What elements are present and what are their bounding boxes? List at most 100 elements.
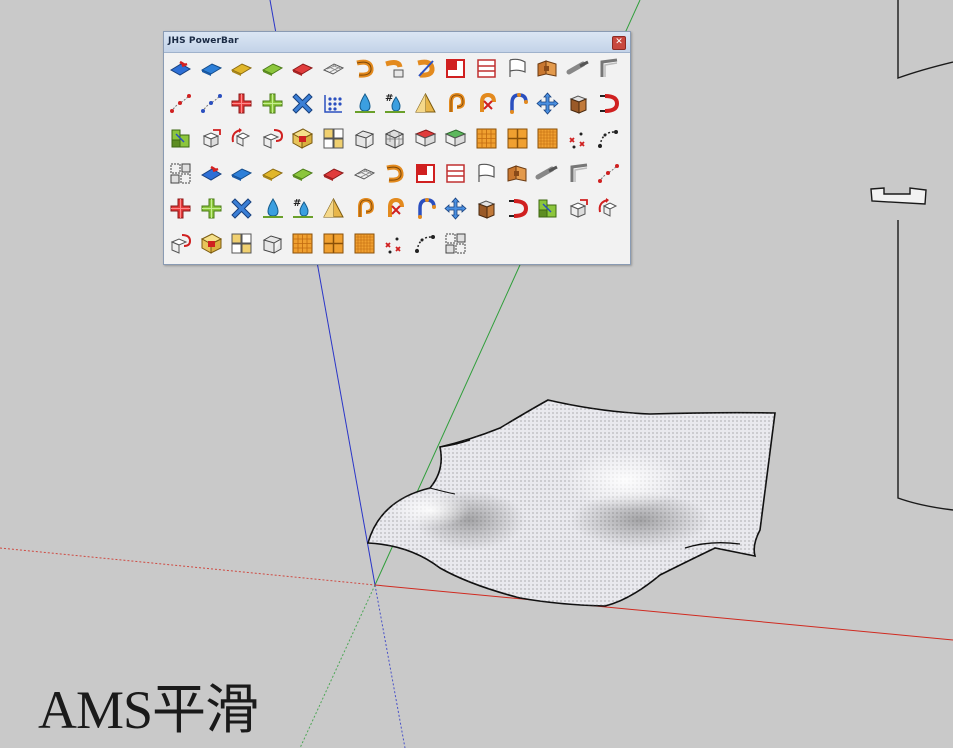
green-blocks-icon[interactable] [535,196,560,221]
orange-grid-icon[interactable] [474,126,499,151]
sketchup-viewport[interactable]: JHS PowerBar ✕ # # AMS平滑 [0,0,953,748]
cylinder-outline[interactable] [870,0,953,511]
dot-arc-icon[interactable] [413,231,438,256]
orange-quad-icon[interactable] [505,126,530,151]
red-x-dots-icon[interactable] [382,231,407,256]
orange-loop-icon[interactable] [443,91,468,116]
lined-box-icon[interactable] [443,161,468,186]
red-square-icon[interactable] [413,161,438,186]
wire-box-icon[interactable] [260,231,285,256]
dashed-grid-icon[interactable] [443,231,468,256]
green-plane-icon[interactable] [290,161,315,186]
close-button[interactable]: ✕ [612,36,626,50]
orange-grid-icon[interactable] [290,231,315,256]
smoothed-surface[interactable] [366,399,776,607]
hash-drop-icon[interactable]: # [382,91,407,116]
water-drop-icon[interactable] [352,91,377,116]
green-plus-icon[interactable] [199,196,224,221]
orange-curve-icon[interactable] [352,56,377,81]
cube-cluster-icon[interactable] [321,126,346,151]
orange-loop-x-icon[interactable] [474,91,499,116]
red-plane-icon[interactable] [321,161,346,186]
hash-drop-icon[interactable]: # [290,196,315,221]
red-axis [374,584,953,641]
box-arrow-icon[interactable] [566,196,591,221]
blue-plane-icon[interactable] [229,161,254,186]
red-axis-dashed [0,547,376,586]
orange-curve-icon[interactable] [382,161,407,186]
pipe-icon[interactable] [566,56,591,81]
wood-panel-icon[interactable] [535,56,560,81]
blue-arrows-icon[interactable] [443,196,468,221]
green-panel-icon[interactable] [443,126,468,151]
red-curve-icon[interactable] [596,91,621,116]
red-square-icon[interactable] [443,56,468,81]
orange-grid-fine-icon[interactable] [535,126,560,151]
rotate-box-icon[interactable] [596,196,621,221]
point-chain-icon[interactable] [596,161,621,186]
water-drop-icon[interactable] [260,196,285,221]
orange-quad-icon[interactable] [321,231,346,256]
cube-cluster-icon[interactable] [229,231,254,256]
blue-cross-icon[interactable] [229,196,254,221]
corner-bracket-icon[interactable] [566,161,591,186]
wire-cube-icon[interactable] [382,126,407,151]
green-blocks-icon[interactable] [168,126,193,151]
toolbar-row [168,161,628,196]
orange-curve-box-icon[interactable] [382,56,407,81]
toolbar-row [168,126,628,161]
arc-dots-icon[interactable] [505,91,530,116]
red-dot-square-icon[interactable] [199,231,224,256]
red-blue-component-icon[interactable] [168,56,193,81]
box-loop-icon[interactable] [260,126,285,151]
red-blue-component-icon[interactable] [199,161,224,186]
dashed-grid-icon[interactable] [168,161,193,186]
grid-plane-icon[interactable] [352,161,377,186]
red-dot-square-icon[interactable] [290,126,315,151]
box-loop-icon[interactable] [168,231,193,256]
triangle-icon[interactable] [413,91,438,116]
wire-box-icon[interactable] [352,126,377,151]
red-panel-icon[interactable] [413,126,438,151]
orange-loop-x-icon[interactable] [382,196,407,221]
green-plane-icon[interactable] [260,56,285,81]
powerbar-window[interactable]: JHS PowerBar ✕ # # [163,31,631,265]
flag-icon[interactable] [474,161,499,186]
caption-text: AMS平滑 [38,680,259,740]
dot-arc-icon[interactable] [596,126,621,151]
point-chain-blue-icon[interactable] [199,91,224,116]
lined-box-icon[interactable] [474,56,499,81]
red-curve-icon[interactable] [505,196,530,221]
blue-arrows-icon[interactable] [535,91,560,116]
dot-grid-icon[interactable] [321,91,346,116]
yellow-plane-icon[interactable] [229,56,254,81]
green-plus-icon[interactable] [260,91,285,116]
pipe-icon[interactable] [535,161,560,186]
powerbar-title-bar[interactable]: JHS PowerBar ✕ [164,32,630,53]
red-x-dots-icon[interactable] [566,126,591,151]
flag-icon[interactable] [505,56,530,81]
red-plus-icon[interactable] [168,196,193,221]
grid-plane-icon[interactable] [321,56,346,81]
arc-dots-icon[interactable] [413,196,438,221]
red-plane-icon[interactable] [290,56,315,81]
powerbar-tool-grid: # # [168,56,628,266]
blue-cross-icon[interactable] [290,91,315,116]
toolbar-row [168,56,628,91]
point-chain-icon[interactable] [168,91,193,116]
wood-box-icon[interactable] [566,91,591,116]
triangle-icon[interactable] [321,196,346,221]
corner-bracket-icon[interactable] [596,56,621,81]
svg-text:#: # [385,93,393,104]
orange-curve-diag-icon[interactable] [413,56,438,81]
yellow-plane-icon[interactable] [260,161,285,186]
orange-loop-icon[interactable] [352,196,377,221]
rotate-box-icon[interactable] [229,126,254,151]
wood-box-icon[interactable] [474,196,499,221]
blue-plane-icon[interactable] [199,56,224,81]
orange-grid-fine-icon[interactable] [352,231,377,256]
toolbar-row: # [168,91,628,126]
box-arrow-icon[interactable] [199,126,224,151]
red-plus-icon[interactable] [229,91,254,116]
wood-panel-icon[interactable] [505,161,530,186]
